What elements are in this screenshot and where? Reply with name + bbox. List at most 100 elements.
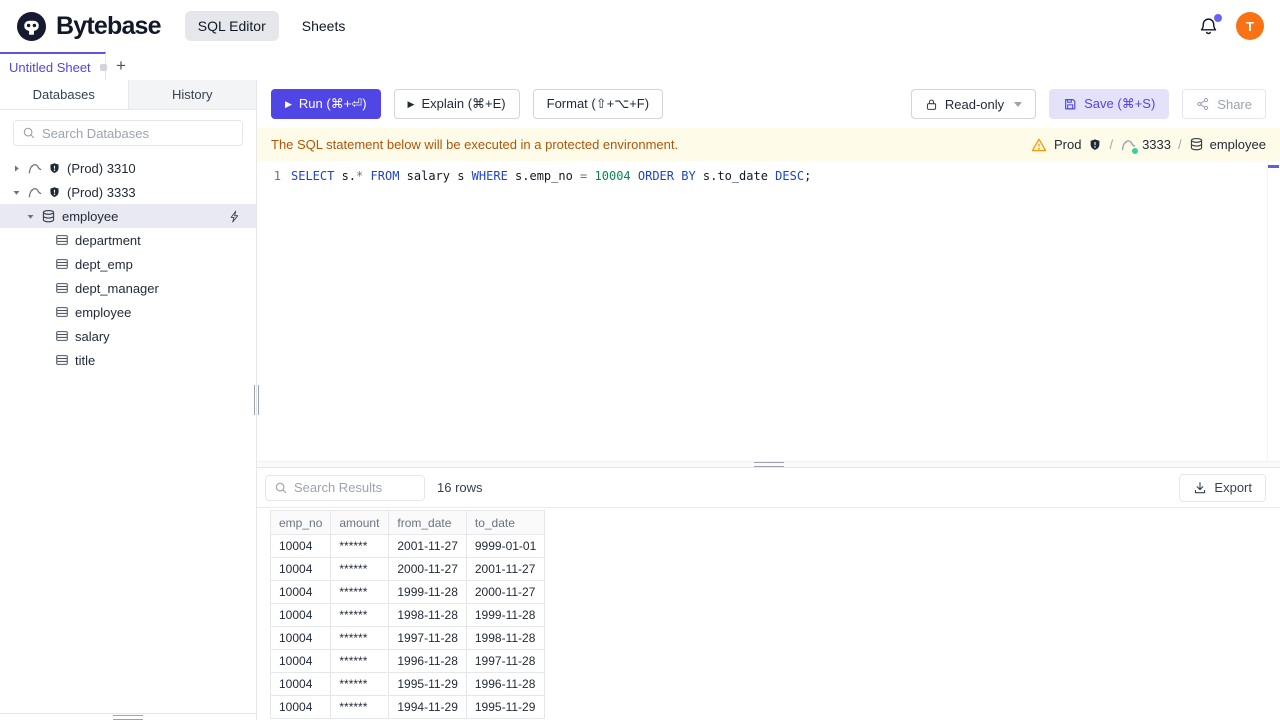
table-cell[interactable]: 10004 [269,557,332,581]
tree-item-instance-3310[interactable]: (Prod) 3310 [0,156,256,180]
export-button[interactable]: Export [1179,473,1266,502]
tree-item-table[interactable]: salary [0,324,256,348]
database-crumb[interactable]: employee [1189,137,1266,152]
table-cell[interactable]: 1994-11-29 [388,695,467,719]
bytebase-logo-icon [16,11,47,42]
add-sheet-button[interactable]: + [106,52,136,80]
tab-history[interactable]: History [128,80,256,109]
chevron-down-icon[interactable] [12,188,21,197]
table-cell[interactable]: 10004 [269,695,332,719]
tree-item-table[interactable]: employee [0,300,256,324]
tree-item-instance-3333[interactable]: (Prod) 3333 [0,180,256,204]
tree-item-table[interactable]: dept_emp [0,252,256,276]
editor-toolbar: ▶ Run (⌘+⏎) ▶ Explain (⌘+E) Format (⇧+⌥+… [257,80,1280,128]
nav-sheets[interactable]: Sheets [289,11,359,41]
tree-item-table[interactable]: title [0,348,256,372]
instance-crumb[interactable]: 3333 [1120,137,1171,154]
table-cell[interactable]: ****** [330,580,390,604]
table-row[interactable]: 10004 ****** 2000-11-27 2001-11-27 [269,557,546,581]
results-table-wrap: emp_no amount from_date to_date 10004 ******… [257,508,1280,720]
table-cell[interactable]: ****** [330,534,390,558]
table-cell[interactable]: ****** [330,672,390,696]
table-cell[interactable]: 2000-11-27 [388,557,467,581]
results-header-row: emp_no amount from_date to_date [269,510,546,535]
explain-button[interactable]: ▶ Explain (⌘+E) [393,89,520,119]
brand[interactable]: Bytebase [16,11,162,42]
table-row[interactable]: 10004 ****** 1999-11-28 2000-11-27 [269,580,546,604]
table-label: title [75,352,96,368]
table-row[interactable]: 10004 ****** 1994-11-29 1995-11-29 [269,695,546,719]
results-resize-divider[interactable] [257,461,1280,468]
breadcrumb-separator: / [1109,137,1114,152]
table-cell[interactable]: 1997-11-28 [465,649,546,673]
table-row[interactable]: 10004 ****** 1995-11-29 1996-11-28 [269,672,546,696]
tree-item-table[interactable]: department [0,228,256,252]
notification-bell-icon[interactable] [1199,13,1222,36]
results-resize-handle[interactable] [753,462,784,467]
tree-item-database-employee[interactable]: employee [0,204,256,228]
panel-resize-handle[interactable] [113,715,143,720]
table-cell[interactable]: 1997-11-28 [388,626,467,650]
sidebar-resize-handle[interactable] [254,385,259,415]
results-search[interactable] [265,474,425,501]
table-cell[interactable]: 1996-11-28 [465,672,546,696]
table-cell[interactable]: 10004 [269,649,332,673]
table-cell[interactable]: 1995-11-29 [388,672,467,696]
database-search[interactable] [13,120,243,146]
notification-dot [1214,13,1222,22]
table-cell[interactable]: 2001-11-27 [388,534,467,558]
table-row[interactable]: 10004 ****** 1996-11-28 1997-11-28 [269,649,546,673]
table-cell[interactable]: 1996-11-28 [388,649,467,673]
connect-bolt-icon[interactable] [228,210,241,223]
table-cell[interactable]: 2000-11-27 [465,580,546,604]
mysql-icon [27,185,42,200]
table-cell[interactable]: ****** [330,603,390,627]
database-search-wrap [0,110,256,154]
table-cell[interactable]: 2001-11-27 [465,557,546,581]
tab-databases[interactable]: Databases [0,80,129,109]
table-cell[interactable]: 9999-01-01 [465,534,546,558]
tree-item-table[interactable]: dept_manager [0,276,256,300]
table-cell[interactable]: ****** [330,695,390,719]
search-results-input[interactable] [294,480,416,495]
table-cell[interactable]: 1995-11-29 [465,695,546,719]
table-row[interactable]: 10004 ****** 1998-11-28 1999-11-28 [269,603,546,627]
table-row[interactable]: 10004 ****** 1997-11-28 1998-11-28 [269,626,546,650]
table-cell[interactable]: 10004 [269,580,332,604]
results-header: 16 rows Export [257,468,1280,508]
table-cell[interactable]: 10004 [269,672,332,696]
chevron-right-icon[interactable] [12,164,21,173]
table-cell[interactable]: ****** [330,649,390,673]
table-cell[interactable]: 1999-11-28 [388,580,467,604]
database-icon [41,209,56,224]
nav-sql-editor[interactable]: SQL Editor [184,11,279,41]
table-cell[interactable]: 1998-11-28 [465,626,546,650]
editor-scrollbar[interactable] [1267,161,1280,461]
table-cell[interactable]: 10004 [269,603,332,627]
sql-code-line[interactable]: 1 SELECT s.* FROM salary s WHERE s.emp_n… [257,161,1280,185]
table-cell[interactable]: 10004 [269,534,332,558]
table-row[interactable]: 10004 ****** 2001-11-27 9999-01-01 [269,534,546,558]
table-label: dept_manager [75,280,159,296]
format-button[interactable]: Format (⇧+⌥+F) [532,89,664,119]
share-button[interactable]: Share [1182,89,1266,119]
table-cell[interactable]: 10004 [269,626,332,650]
sql-editor[interactable]: 1 SELECT s.* FROM salary s WHERE s.emp_n… [257,161,1280,461]
run-button[interactable]: ▶ Run (⌘+⏎) [271,89,381,119]
column-header: amount [330,510,390,535]
chevron-down-icon[interactable] [26,212,35,221]
download-icon [1193,481,1207,495]
table-cell[interactable]: ****** [330,626,390,650]
main-nav: SQL Editor Sheets [184,11,359,41]
avatar[interactable]: T [1236,12,1264,40]
save-button[interactable]: Save (⌘+S) [1049,89,1170,119]
header-right: T [1199,12,1264,40]
tab-untitled-sheet[interactable]: Untitled Sheet [0,52,107,80]
readonly-mode-dropdown[interactable]: Read-only [910,89,1037,119]
table-cell[interactable]: ****** [330,557,390,581]
search-databases-input[interactable] [42,125,234,141]
table-icon [55,233,69,247]
database-icon [1189,137,1204,152]
table-cell[interactable]: 1998-11-28 [388,603,467,627]
table-cell[interactable]: 1999-11-28 [465,603,546,627]
